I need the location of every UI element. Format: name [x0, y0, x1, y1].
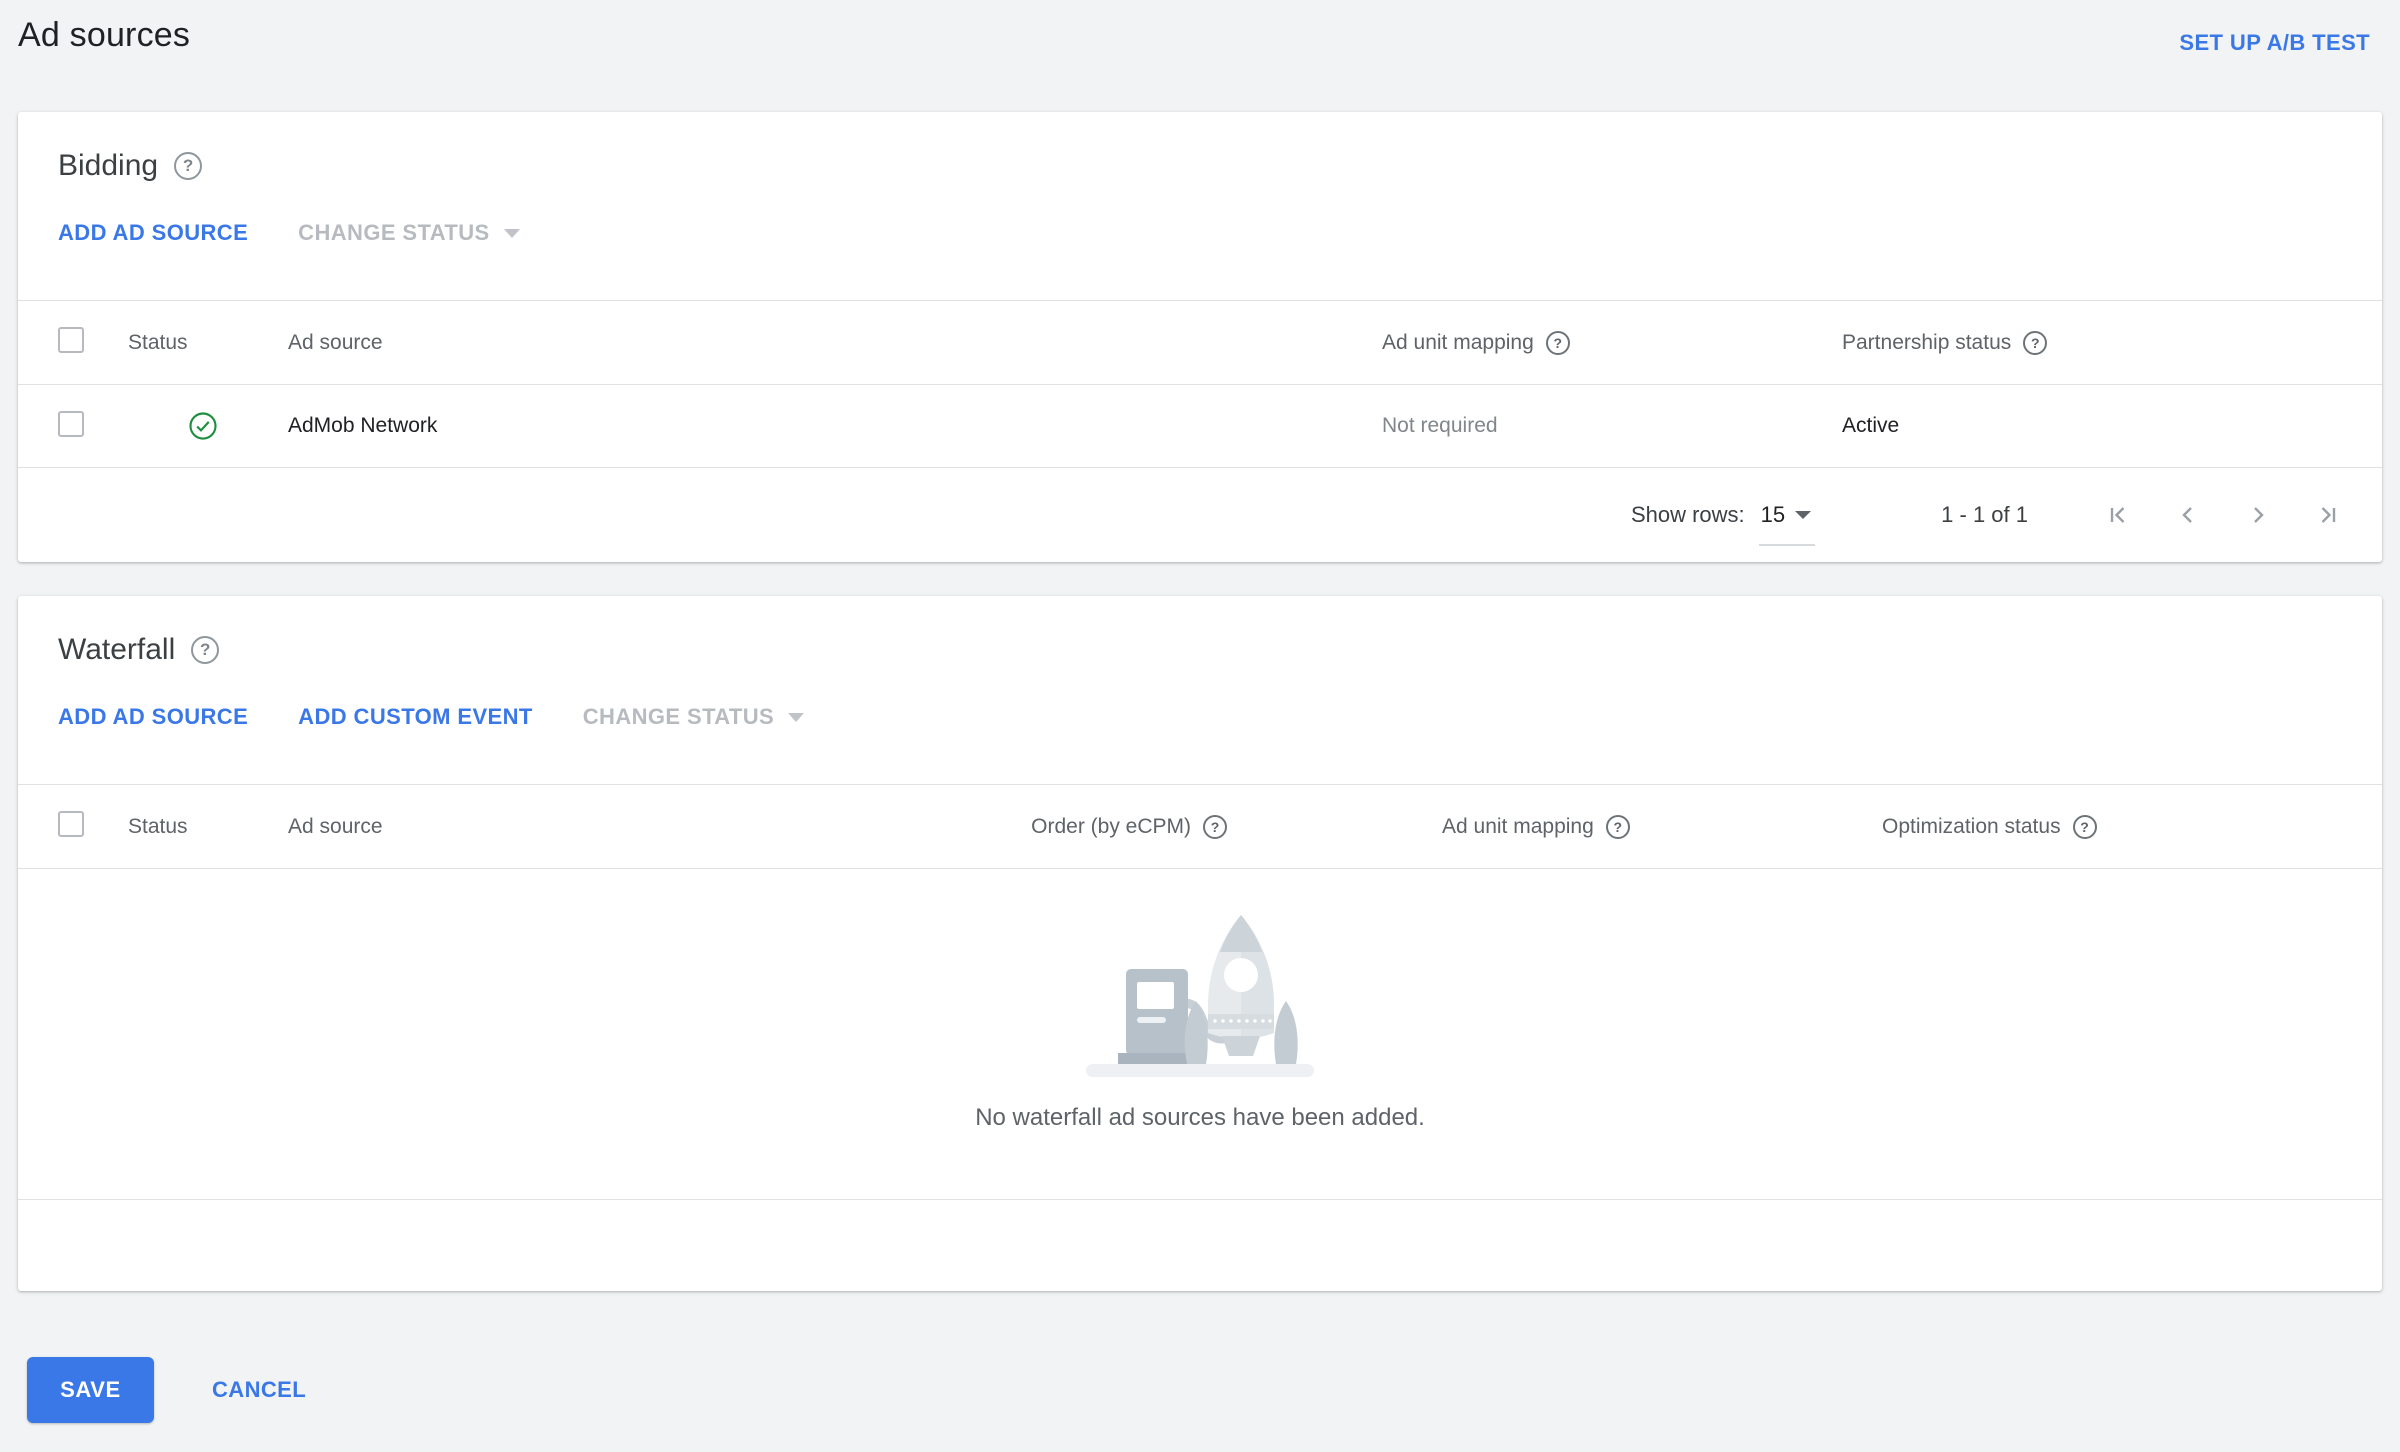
empty-state-message: No waterfall ad sources have been added. [975, 1104, 1425, 1131]
column-header-partnership-status: Partnership status ? [1842, 330, 2342, 355]
dropdown-arrow-icon [788, 712, 805, 722]
bidding-card-head: Bidding ? ADD AD SOURCE CHANGE STATUS [18, 112, 2382, 300]
select-all-checkbox[interactable] [58, 327, 84, 353]
waterfall-card: Waterfall ? ADD AD SOURCE ADD CUSTOM EVE… [18, 596, 2382, 1291]
row-ad-unit-mapping: Not required [1382, 414, 1498, 437]
help-icon[interactable]: ? [1203, 814, 1227, 839]
help-icon[interactable]: ? [1545, 330, 1570, 355]
page-header: Ad sources SET UP A/B TEST [0, 0, 2400, 112]
waterfall-title-text: Waterfall [58, 633, 176, 666]
page-title: Ad sources [18, 16, 191, 54]
column-header-optimization-status: Optimization status ? [1667, 814, 2342, 839]
add-ad-source-button[interactable]: ADD AD SOURCE [58, 704, 248, 730]
help-icon[interactable]: ? [191, 636, 220, 664]
help-icon[interactable]: ? [2023, 330, 2048, 355]
column-header-ad-source: Ad source [288, 330, 383, 354]
rocket-illustration [1086, 915, 1314, 1077]
column-header-ad-unit-mapping: Ad unit mapping ? [1227, 814, 1667, 839]
change-status-label: CHANGE STATUS [298, 220, 490, 245]
waterfall-table-header: Status Ad source Order (by eCPM) ? Ad un… [18, 784, 2382, 869]
help-icon[interactable]: ? [1605, 814, 1630, 839]
next-page-button[interactable] [2238, 495, 2278, 535]
fuel-pump-icon [1126, 969, 1188, 1055]
row-select-checkbox[interactable] [58, 410, 84, 437]
prev-page-button[interactable] [2168, 495, 2208, 535]
add-ad-source-button[interactable]: ADD AD SOURCE [58, 220, 248, 246]
form-footer: SAVE CANCEL [27, 1357, 2400, 1423]
bidding-actions: ADD AD SOURCE CHANGE STATUS [58, 220, 2342, 246]
bidding-table-footer: Show rows: 15 1 - 1 of 1 [18, 468, 2382, 562]
bidding-table-header: Status Ad source Ad unit mapping ? Partn… [18, 300, 2382, 385]
change-status-button[interactable]: CHANGE STATUS [298, 220, 520, 246]
save-button[interactable]: SAVE [27, 1357, 154, 1423]
column-header-ad-source: Ad source [288, 814, 383, 838]
check-circle-icon [189, 412, 217, 440]
row-partnership-status: Active [1842, 414, 1900, 437]
pagination-range: 1 - 1 of 1 [1941, 502, 2028, 527]
column-header-status: Status [128, 814, 188, 838]
dropdown-arrow-icon [1795, 511, 1812, 519]
waterfall-card-head: Waterfall ? ADD AD SOURCE ADD CUSTOM EVE… [18, 596, 2382, 784]
bidding-card: Bidding ? ADD AD SOURCE CHANGE STATUS St… [18, 112, 2382, 562]
rows-per-page-select[interactable]: 15 [1758, 502, 1816, 546]
cancel-button[interactable]: CANCEL [212, 1377, 306, 1403]
chevron-right-icon [2254, 507, 2264, 523]
column-header-order: Order (by eCPM) ? [927, 814, 1227, 839]
change-status-label: CHANGE STATUS [582, 704, 775, 729]
show-rows-label: Show rows: [1630, 502, 1745, 527]
help-icon[interactable]: ? [2072, 814, 2097, 839]
waterfall-table-footer [18, 1199, 2382, 1291]
select-all-checkbox[interactable] [58, 811, 84, 837]
last-page-button[interactable] [2308, 495, 2348, 535]
last-page-icon [2321, 507, 2336, 523]
waterfall-empty-state: No waterfall ad sources have been added. [18, 869, 2382, 1199]
rows-per-page-value: 15 [1760, 502, 1786, 527]
dropdown-arrow-icon [503, 228, 520, 238]
setup-ab-test-link[interactable]: SET UP A/B TEST [2179, 30, 2370, 56]
bidding-section-title: Bidding ? [58, 148, 2342, 184]
row-status-cell [128, 411, 288, 441]
waterfall-actions: ADD AD SOURCE ADD CUSTOM EVENT CHANGE ST… [58, 704, 2342, 730]
chevron-left-icon [2182, 507, 2192, 523]
pagination-controls [2098, 495, 2348, 535]
table-row[interactable]: AdMob Network Not required Active [18, 385, 2382, 468]
show-rows-control: Show rows: 15 [1630, 502, 1816, 546]
first-page-button[interactable] [2098, 495, 2138, 535]
bidding-title-text: Bidding [58, 149, 159, 182]
waterfall-section-title: Waterfall ? [58, 632, 2342, 668]
row-ad-source: AdMob Network [288, 414, 438, 437]
column-header-status: Status [128, 330, 188, 354]
help-icon[interactable]: ? [174, 152, 203, 180]
change-status-button[interactable]: CHANGE STATUS [582, 704, 805, 730]
first-page-icon [2110, 507, 2125, 523]
column-header-ad-unit-mapping: Ad unit mapping ? [1382, 330, 1842, 355]
add-custom-event-button[interactable]: ADD CUSTOM EVENT [298, 704, 533, 730]
